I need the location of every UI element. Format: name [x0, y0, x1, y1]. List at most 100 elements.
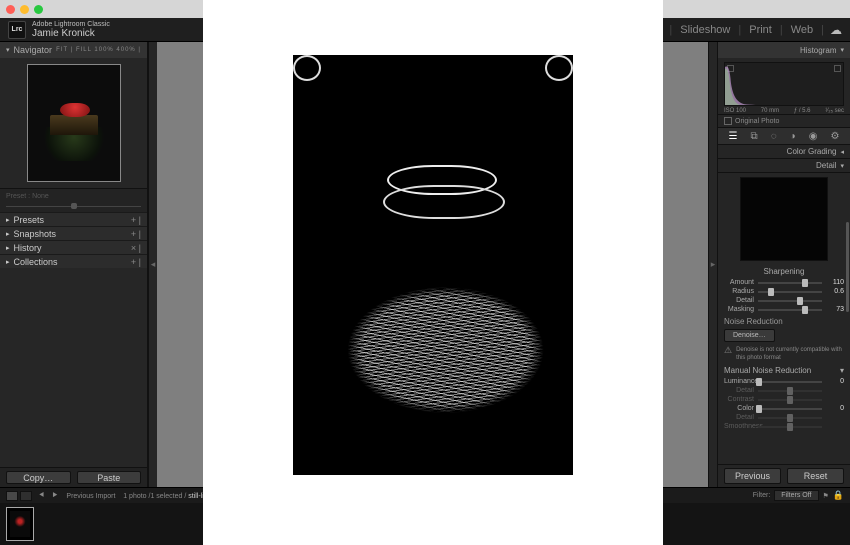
filter-controls: Filter: Filters Off ⚑ 🔒 [753, 490, 844, 501]
current-filename: still-life-with-vegetables-2021-08-26-23… [188, 493, 356, 500]
color-smooth-row: Smoothness [718, 422, 850, 431]
panel-snapshots[interactable]: ▸Snapshots+ | [0, 226, 147, 240]
main-area: ▾ Navigator FIT | FILL 100% 400% | Prese… [0, 42, 850, 487]
panel-history[interactable]: ▸History× | [0, 240, 147, 254]
right-panel: Histogram▾ ISO 10070 mmƒ / 5.6¹⁄₂₅ sec O… [717, 42, 850, 487]
flag-filter-icon[interactable]: ⚑ [823, 492, 829, 500]
lum-contrast-slider [758, 399, 822, 401]
identity-plate: Lrc Adobe Lightroom Classic Jamie Kronic… [0, 18, 850, 42]
manual-noise-header[interactable]: Manual Noise Reduction▾ [718, 364, 850, 377]
sharpen-amount-value[interactable]: 110 [826, 279, 844, 286]
photo-preview [293, 55, 573, 475]
nav-arrows: ⯇ ⯈ [38, 490, 58, 501]
module-develop[interactable]: Develop [529, 24, 585, 36]
reset-button[interactable]: Reset [787, 468, 844, 484]
filter-select[interactable]: Filters Off [774, 490, 818, 501]
luminance-slider[interactable] [758, 381, 822, 383]
module-print[interactable]: Print [741, 24, 780, 36]
lum-detail-slider [758, 390, 822, 392]
preset-amount-bar: Preset : None [0, 188, 147, 212]
sharpen-masking-row: Masking 73 [718, 305, 850, 314]
denoise-row: Denoise… [724, 329, 844, 342]
healing-icon[interactable]: ◌ [771, 131, 777, 142]
sharpen-masking-value[interactable]: 73 [826, 306, 844, 313]
view-switcher[interactable] [6, 491, 32, 501]
prev-photo-icon[interactable]: ⯇ [38, 490, 45, 501]
sharpen-detail-label: Detail [724, 297, 754, 304]
color-noise-slider[interactable] [758, 408, 822, 410]
sharpen-amount-slider[interactable] [758, 282, 822, 284]
filter-lock-icon[interactable]: 🔒 [833, 490, 844, 501]
panel-presets[interactable]: ▸Presets+ | [0, 212, 147, 226]
module-web[interactable]: Web [783, 24, 821, 36]
histogram-header[interactable]: Histogram▾ [718, 42, 850, 58]
sharpen-radius-value[interactable]: 0.6 [826, 288, 844, 295]
luminance-row: Luminance 0 [718, 377, 850, 386]
denoise-button[interactable]: Denoise… [724, 329, 775, 342]
original-photo-row[interactable]: Original Photo [718, 114, 850, 127]
sharpen-masking-slider[interactable] [758, 309, 822, 311]
navigator-preview[interactable] [27, 64, 121, 182]
previous-reset-row: Previous Reset [718, 464, 850, 487]
navigator-header[interactable]: ▾ Navigator FIT | FILL 100% 400% | [0, 42, 147, 58]
breadcrumb[interactable]: Previous Import 1 photo /1 selected / st… [66, 492, 361, 500]
right-panel-collapse[interactable]: ▸ [708, 42, 717, 487]
detail-preview[interactable] [740, 177, 828, 261]
preset-amount-slider[interactable] [6, 206, 141, 207]
navigator-label: Navigator [14, 45, 53, 55]
lum-contrast-row: Contrast [718, 395, 850, 404]
mask-icon[interactable]: ◑ [790, 131, 796, 142]
sharpen-detail-slider[interactable] [758, 300, 822, 302]
disclosure-icon: ▾ [6, 46, 10, 54]
module-library[interactable]: Library [476, 24, 526, 36]
chevron-left-icon: ◂ [151, 259, 156, 270]
previous-button[interactable]: Previous [724, 468, 781, 484]
filmstrip[interactable] [0, 503, 850, 545]
filmstrip-thumb[interactable] [6, 507, 34, 541]
minimize-icon[interactable] [20, 5, 29, 14]
left-panel: ▾ Navigator FIT | FILL 100% 400% | Prese… [0, 42, 148, 487]
sharpen-amount-row: Amount 110 [718, 278, 850, 287]
image-canvas[interactable] [157, 42, 708, 487]
sharpen-radius-slider[interactable] [758, 291, 822, 293]
cloud-sync-icon[interactable]: ☁ [830, 23, 842, 37]
window-controls[interactable] [6, 5, 43, 14]
crop-icon[interactable]: ⧉ [751, 131, 758, 142]
checkbox-icon[interactable] [724, 117, 732, 125]
loupe-view-icon[interactable] [20, 491, 32, 501]
local-tools-row: ☰ ⧉ ◌ ◑ ◉ ⚙ [718, 127, 850, 145]
next-photo-icon[interactable]: ⯈ [51, 490, 58, 501]
right-scrollbar[interactable] [846, 222, 849, 312]
filter-label: Filter: [753, 492, 771, 499]
color-noise-row: Color 0 [718, 404, 850, 413]
detail-header[interactable]: Detail▾ [718, 159, 850, 173]
window-title-text: Lightroom Catalog.lrcat - Adobe Photosho… [312, 4, 599, 14]
histogram[interactable] [724, 62, 844, 106]
paste-button[interactable]: Paste [77, 471, 142, 484]
module-slideshow[interactable]: Slideshow [672, 24, 738, 36]
gear-icon[interactable]: ⚙ [831, 131, 840, 142]
module-book[interactable]: Book [628, 24, 669, 36]
app-logo-icon: Lrc [8, 21, 26, 39]
sharpen-radius-label: Radius [724, 288, 754, 295]
redeye-icon[interactable]: ◉ [809, 131, 818, 142]
color-detail-slider [758, 417, 822, 419]
left-panel-collapse[interactable]: ◂ [148, 42, 157, 487]
navigator-zoom-modes[interactable]: FIT | FILL 100% 400% | [56, 47, 141, 53]
color-detail-row: Detail [718, 413, 850, 422]
zoom-icon[interactable] [34, 5, 43, 14]
sharpening-title: Sharpening [718, 265, 850, 278]
preset-hint: Preset : None [6, 193, 49, 200]
copy-button[interactable]: Copy… [6, 471, 71, 484]
sharpen-amount-label: Amount [724, 279, 754, 286]
grid-view-icon[interactable] [6, 491, 18, 501]
denoise-warning: ⚠ Denoise is not currently compatible wi… [718, 344, 850, 364]
basic-adjust-icon[interactable]: ☰ [729, 131, 738, 142]
module-map[interactable]: Map [588, 24, 625, 36]
close-icon[interactable] [6, 5, 15, 14]
panel-collections[interactable]: ▸Collections+ | [0, 254, 147, 268]
lum-detail-row: Detail [718, 386, 850, 395]
color-grading-header[interactable]: Color Grading◂ [718, 145, 850, 159]
secondary-toolbar: ⯇ ⯈ Previous Import 1 photo /1 selected … [0, 487, 850, 503]
sharpen-radius-row: Radius 0.6 [718, 287, 850, 296]
